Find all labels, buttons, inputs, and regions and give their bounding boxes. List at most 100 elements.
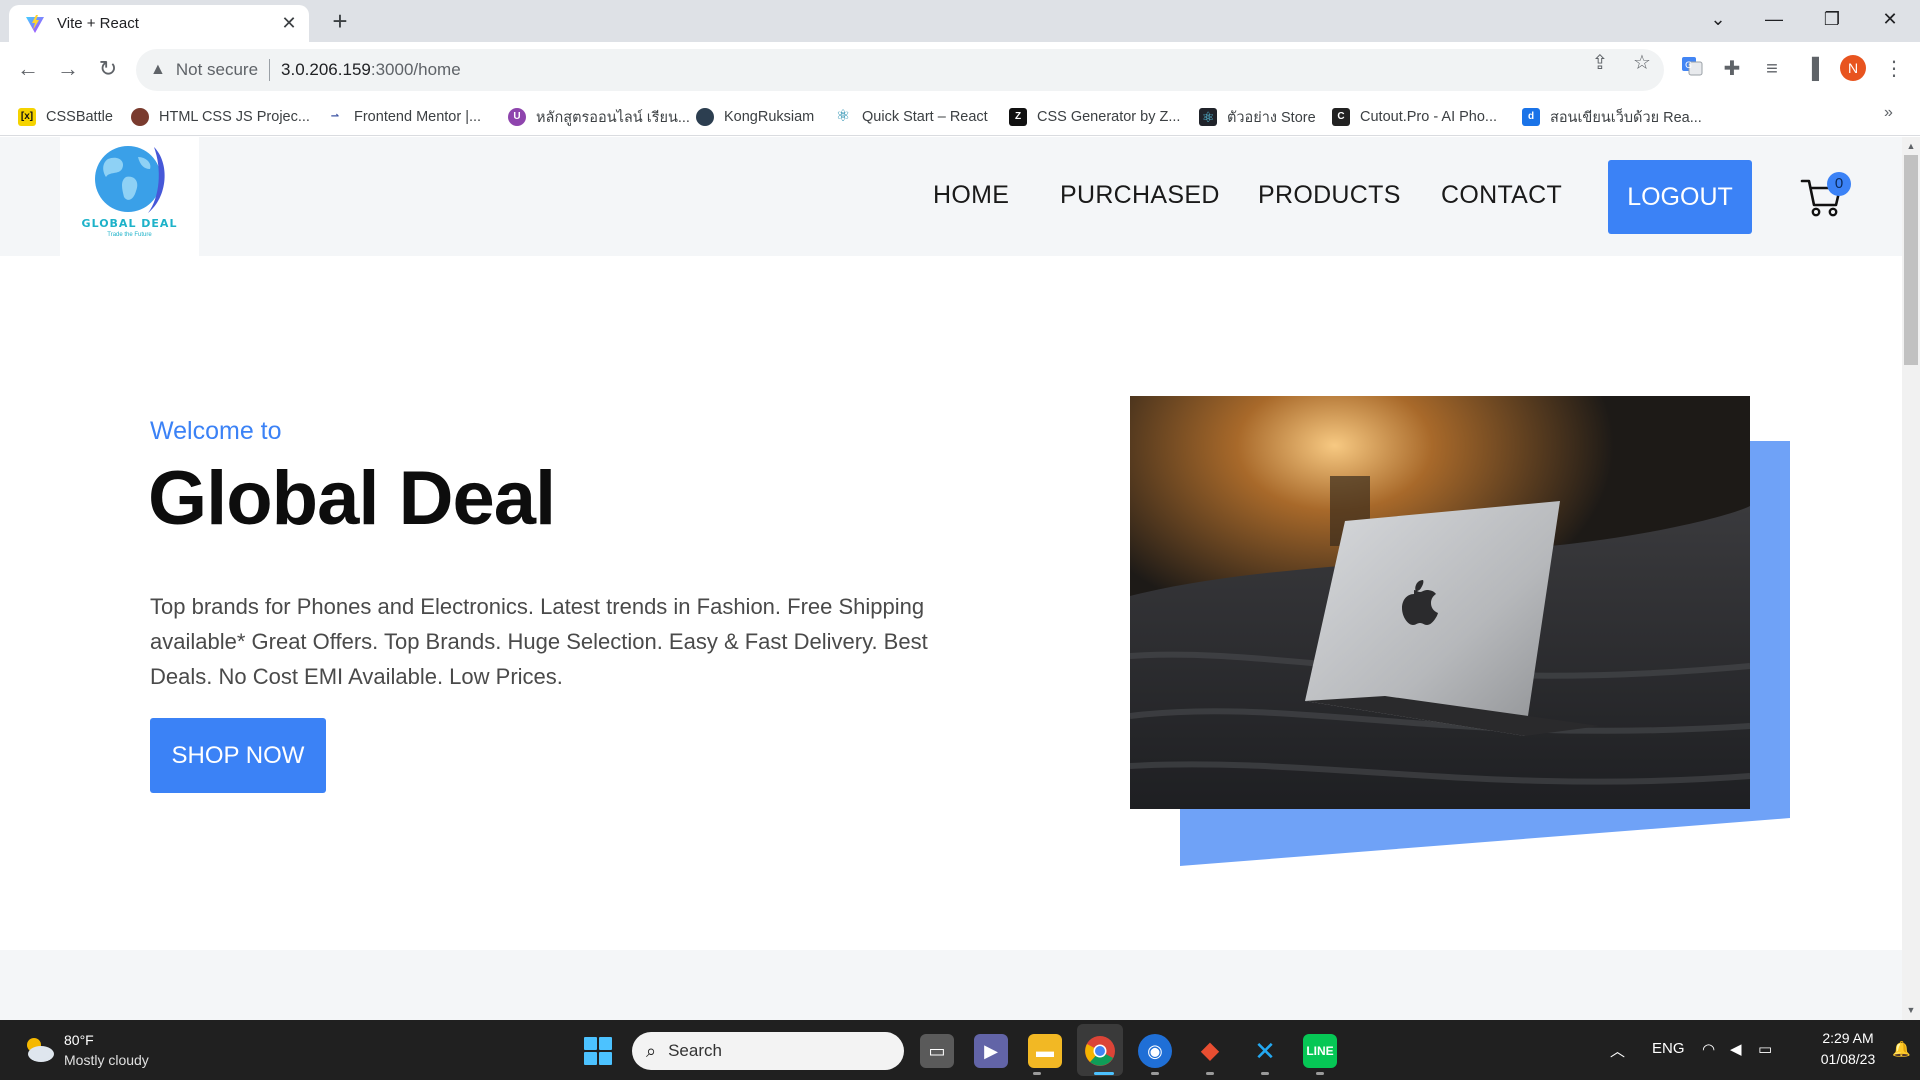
globe-logo-icon [94,146,165,213]
bookmark-item[interactable]: [x] CSSBattle [18,107,113,127]
extensions-puzzle-icon[interactable]: ✚ [1718,56,1746,84]
bookmark-item[interactable]: U หลักสูตรออนไลน์ เรียน... [508,107,690,127]
bookmark-item[interactable]: ⚛ ตัวอย่าง Store [1199,107,1316,127]
cart-count-badge: 0 [1827,172,1851,196]
bookmark-item[interactable]: Z CSS Generator by Z... [1009,107,1180,127]
input-language[interactable]: ENG [1652,1040,1685,1057]
taskbar-search[interactable]: ⌕ Search [632,1032,904,1070]
app-running-indicator [1261,1072,1269,1075]
windows-taskbar: 80°F Mostly cloudy ⌕ Search ▭ ▶ ▬ ◉ ◆ ✕ … [0,1020,1920,1080]
battery-icon[interactable]: ▭ [1758,1040,1772,1058]
bookmark-label: KongRuksiam [724,109,815,125]
vscode-icon[interactable]: ✕ [1248,1034,1282,1068]
weather-temperature[interactable]: 80°F [64,1032,94,1048]
forward-arrow-icon[interactable]: → [52,54,84,86]
app-running-indicator [1206,1072,1214,1075]
bookmark-label: หลักสูตรออนไลน์ เรียน... [536,109,690,126]
clock-date[interactable]: 01/08/23 [1808,1051,1888,1067]
scroll-down-arrow-icon[interactable]: ▼ [1905,1005,1917,1015]
shop-now-button[interactable]: SHOP NOW [150,718,326,793]
bookmark-item[interactable]: KongRuksiam [696,107,814,127]
scrollbar-thumb[interactable] [1904,155,1918,365]
windows-start-icon[interactable] [584,1037,612,1065]
bookmark-label: Frontend Mentor |... [354,109,482,125]
tab-title: Vite + React [57,15,139,32]
search-icon: ⌕ [646,1040,657,1061]
scroll-up-arrow-icon[interactable]: ▲ [1905,141,1917,151]
firefox-icon[interactable]: ◉ [1138,1034,1172,1068]
divider [269,59,271,81]
chrome-icon[interactable] [1083,1034,1117,1068]
hero-title: Global Deal [148,456,556,541]
hero-laptop-image [1130,396,1750,809]
wifi-icon[interactable]: ◠ [1702,1040,1715,1058]
site-logo[interactable]: GLOBAL DEAL Trade the Future [60,137,199,256]
reload-icon[interactable]: ↻ [92,54,124,86]
logo-tagline: Trade the Future [107,232,152,238]
clock-time[interactable]: 2:29 AM [1808,1030,1888,1046]
web-page: GLOBAL DEAL Trade the Future HOME PURCHA… [0,137,1902,1020]
react-icon: ⚛ [835,108,851,125]
translate-icon[interactable]: G [1678,54,1706,82]
app-running-indicator [1316,1072,1324,1075]
security-label[interactable]: Not secure [176,60,258,80]
nav-products[interactable]: PRODUCTS [1258,181,1401,210]
nav-purchased[interactable]: PURCHASED [1060,181,1220,210]
svg-text:G: G [1685,61,1692,71]
bookmark-item[interactable]: ⚛ Quick Start – React [834,107,988,127]
nav-home[interactable]: HOME [933,181,1009,210]
url-host[interactable]: 3.0.206.159 [281,60,371,80]
z-icon: Z [1009,108,1027,126]
line-icon[interactable]: LINE [1303,1034,1337,1068]
teams-icon[interactable]: ▶ [974,1034,1008,1068]
side-panel-icon[interactable]: ▐ [1798,56,1826,84]
back-arrow-icon[interactable]: ← [12,54,44,86]
bookmark-item[interactable]: C Cutout.Pro - AI Pho... [1332,107,1497,127]
logout-button[interactable]: LOGOUT [1608,160,1752,234]
minimize-button[interactable]: — [1748,0,1800,40]
profile-avatar[interactable]: N [1840,55,1866,81]
cssbattle-icon: [x] [18,108,36,126]
more-bookmarks-chevron-icon[interactable]: » [1884,104,1893,122]
bookmark-label: CSSBattle [46,109,113,125]
frontendmentor-icon: ⇀ [330,111,340,122]
react-dark-icon: ⚛ [1199,108,1217,126]
bookmarks-bar: [x] CSSBattle HTML CSS JS Projec... ⇀ Fr… [0,98,1920,136]
notification-bell-icon[interactable]: 🔔 [1892,1040,1911,1058]
menu-kebab-icon[interactable]: ⋮ [1880,56,1908,84]
bookmark-label: Cutout.Pro - AI Pho... [1360,109,1498,125]
cutout-icon: C [1332,108,1350,126]
folder-icon[interactable]: ▬ [1028,1034,1062,1068]
tab-search-chevron-icon[interactable]: ⌄ [1692,0,1744,40]
reading-list-icon[interactable]: ≡ [1758,56,1786,84]
nav-contact[interactable]: CONTACT [1441,181,1562,210]
share-icon[interactable]: ⇪ [1588,52,1612,76]
close-window-button[interactable]: ✕ [1864,0,1916,40]
bookmark-label: สอนเขียนเว็บด้วย Rea... [1550,109,1702,126]
new-tab-button[interactable]: + [325,7,355,37]
bookmark-label: HTML CSS JS Projec... [159,109,310,125]
bookmark-item[interactable]: ⇀ Frontend Mentor |... [326,107,481,127]
search-label: Search [668,1041,722,1060]
app-running-indicator [1033,1072,1041,1075]
tab-strip: Vite + React ✕ + ⌄ — ❐ ✕ [0,0,1920,42]
cloudy-weather-icon[interactable] [22,1034,56,1064]
weather-description[interactable]: Mostly cloudy [64,1052,149,1068]
git-icon[interactable]: ◆ [1193,1034,1227,1068]
show-hidden-icons-chevron-icon[interactable]: ︿ [1610,1040,1625,1061]
browser-toolbar: ← → ↻ ▲ Not secure 3.0.206.159:3000/home… [0,42,1920,98]
bookmark-item[interactable]: HTML CSS JS Projec... [131,107,310,127]
bookmark-star-icon[interactable]: ☆ [1630,52,1654,76]
file-explorer-icon[interactable]: ▭ [920,1034,954,1068]
kong-icon [696,108,714,126]
address-bar[interactable]: ▲ Not secure 3.0.206.159:3000/home [136,49,1664,91]
tab-close-icon[interactable]: ✕ [279,13,299,34]
restore-button[interactable]: ❐ [1806,0,1858,40]
url-path[interactable]: :3000/home [371,60,461,80]
bookmark-item[interactable]: d สอนเขียนเว็บด้วย Rea... [1522,107,1702,127]
warning-triangle-icon[interactable]: ▲ [150,61,166,79]
app-active-indicator [1094,1072,1114,1075]
volume-icon[interactable]: ◀ [1730,1040,1742,1058]
logo-name: GLOBAL DEAL [81,217,178,230]
browser-tab[interactable]: Vite + React ✕ [9,5,309,42]
